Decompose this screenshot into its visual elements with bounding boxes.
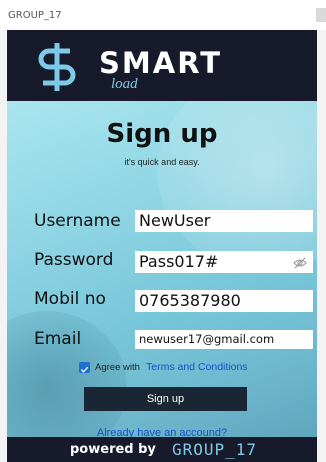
password-input[interactable]: Pass017# (135, 251, 313, 273)
window-control[interactable] (316, 8, 326, 22)
eye-slash-icon[interactable] (293, 257, 307, 269)
mobile-label: Mobil no (34, 289, 106, 309)
brand-subtitle: load (111, 76, 138, 92)
email-input[interactable]: newuser17@gmail.com (135, 330, 313, 349)
email-label: Email (34, 329, 82, 349)
agree-checkbox[interactable] (79, 362, 90, 373)
powered-by-label: powered by (70, 442, 156, 457)
signup-form-window: SMART load Sign up it's quick and easy. … (7, 30, 317, 462)
header-banner: SMART load (7, 30, 317, 101)
password-label: Password (34, 250, 114, 270)
agree-label: Agree with (95, 362, 140, 373)
group-name: GROUP_17 (172, 440, 258, 459)
page-title: Sign up (106, 119, 218, 149)
title-bar[interactable]: GROUP_17 (0, 0, 326, 30)
form-area: Sign up it's quick and easy. Username Ne… (7, 101, 317, 437)
terms-link[interactable]: Terms and Conditions (146, 361, 248, 373)
login-link[interactable]: Already have an accound? (7, 427, 317, 437)
dollar-s-logo-icon (38, 43, 76, 91)
brand-name: SMART (99, 46, 222, 80)
footer-banner: powered by GROUP_17 (7, 437, 317, 462)
page-subtitle: it's quick and easy. (124, 157, 200, 167)
app-window: GROUP_17 SMART load Sign up it's quick a… (0, 0, 326, 462)
signup-button[interactable]: Sign up (84, 387, 247, 411)
username-label: Username (34, 211, 121, 231)
mobile-input[interactable]: 0765387980 (135, 290, 313, 312)
username-input[interactable]: NewUser (135, 210, 313, 232)
checkmark-icon (80, 366, 89, 373)
window-title: GROUP_17 (8, 10, 62, 21)
